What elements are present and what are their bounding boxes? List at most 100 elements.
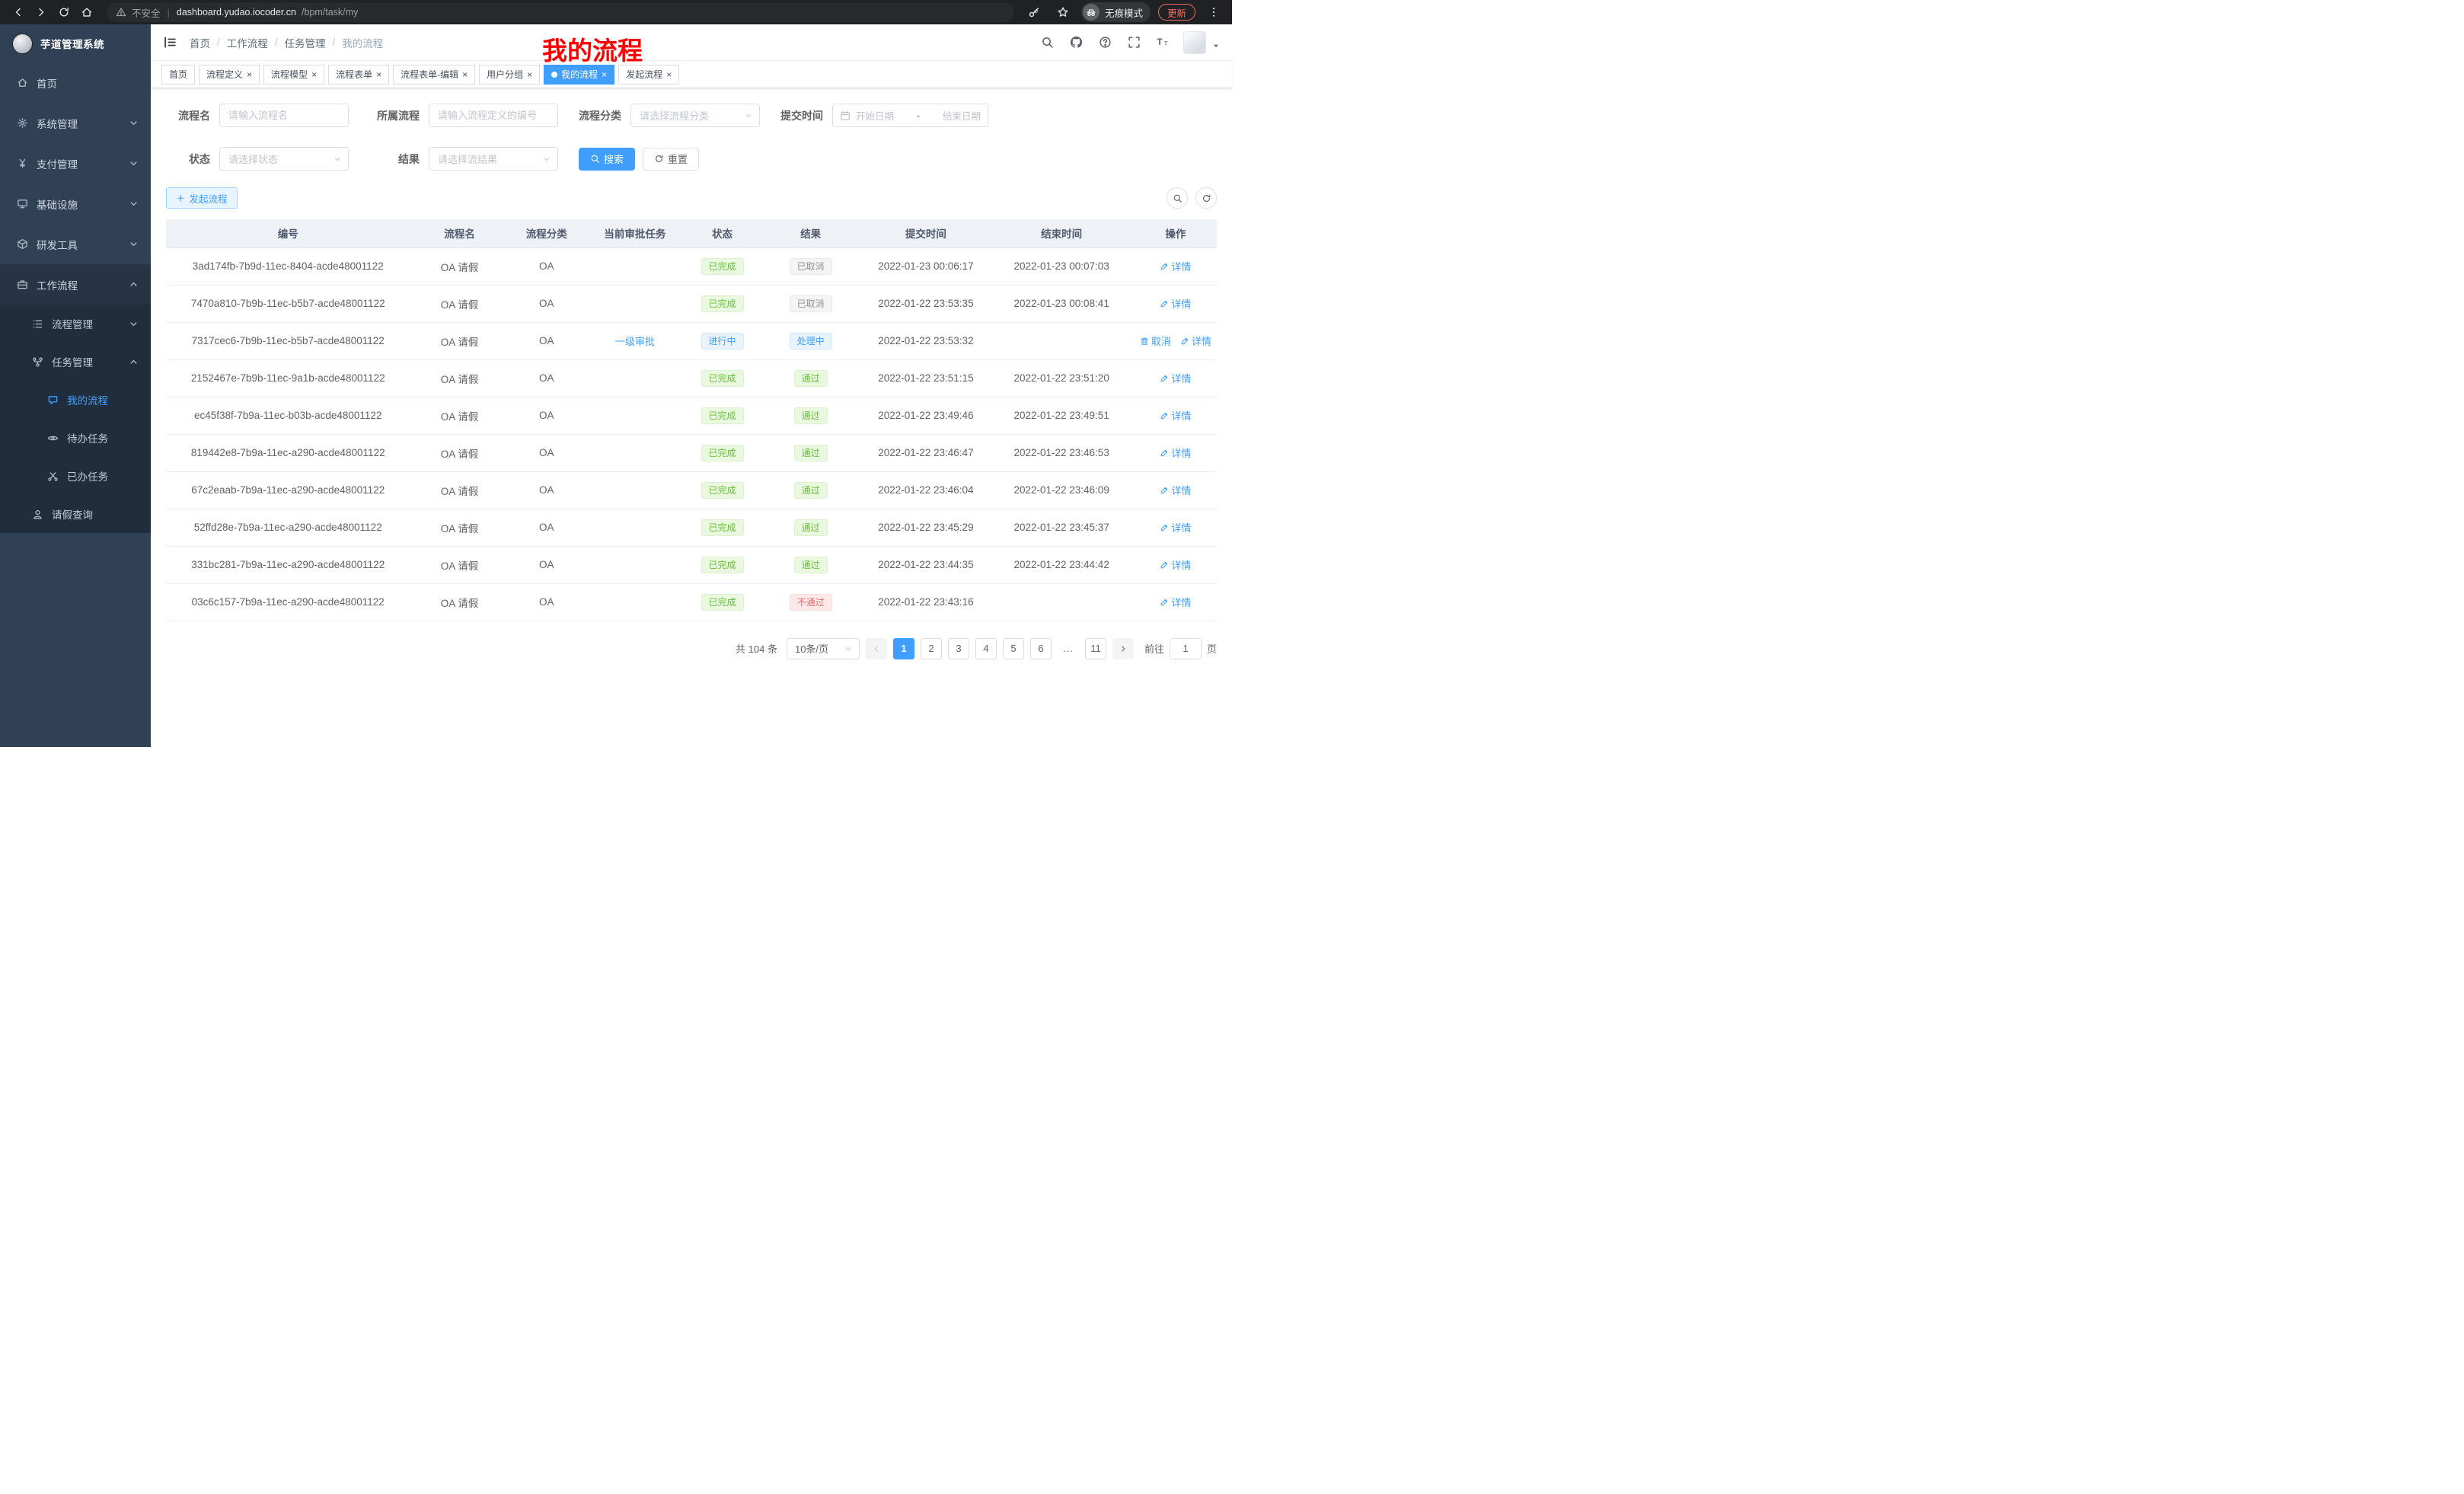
page-button[interactable]: 6 bbox=[1030, 638, 1052, 659]
app-logo[interactable]: 芋道管理系统 bbox=[0, 24, 151, 62]
action-cancel-link[interactable]: 取消 bbox=[1140, 334, 1171, 348]
sidebar-item-payment[interactable]: 支付管理 bbox=[0, 143, 151, 184]
logo-avatar bbox=[12, 34, 33, 54]
create-process-button[interactable]: 发起流程 bbox=[166, 187, 238, 209]
sidebar-item-label: 研发工具 bbox=[37, 237, 78, 252]
action-detail-link[interactable]: 详情 bbox=[1160, 595, 1191, 609]
sidebar-item-devtool[interactable]: 研发工具 bbox=[0, 224, 151, 264]
chevron-down-icon bbox=[542, 155, 551, 164]
password-manager-button[interactable] bbox=[1023, 2, 1045, 23]
result-badge: 通过 bbox=[794, 407, 828, 424]
submit-time-range-picker[interactable]: 开始日期 - 结束日期 bbox=[832, 104, 988, 127]
github-link[interactable] bbox=[1064, 31, 1087, 54]
sidebar-item-home[interactable]: 首页 bbox=[0, 62, 151, 103]
tab-close-icon[interactable]: × bbox=[311, 70, 317, 79]
tab-close-icon[interactable]: × bbox=[602, 70, 607, 79]
sidebar-item-workflow[interactable]: 工作流程 bbox=[0, 264, 151, 305]
browser-home-button[interactable] bbox=[76, 2, 97, 23]
fullscreen-button[interactable] bbox=[1122, 31, 1145, 54]
date-separator: - bbox=[899, 110, 937, 121]
page-button[interactable]: 3 bbox=[948, 638, 969, 659]
search-button[interactable]: 搜索 bbox=[579, 148, 635, 171]
plus-icon bbox=[176, 193, 186, 203]
sidebar-item-gear[interactable]: 系统管理 bbox=[0, 103, 151, 143]
edit-icon bbox=[1180, 337, 1189, 346]
tab-item[interactable]: 首页 bbox=[161, 65, 195, 85]
tab-close-icon[interactable]: × bbox=[247, 70, 252, 79]
action-detail-link[interactable]: 详情 bbox=[1160, 483, 1191, 497]
tab-close-icon[interactable]: × bbox=[376, 70, 381, 79]
goto-page-input[interactable] bbox=[1170, 638, 1202, 659]
cell-process-name: OA 请假 bbox=[410, 322, 509, 359]
cell-process-name: OA 请假 bbox=[410, 247, 509, 285]
sidebar-item-todo[interactable]: 待办任务 bbox=[0, 419, 151, 457]
user-avatar[interactable] bbox=[1183, 31, 1206, 54]
breadcrumb-item[interactable]: 工作流程 bbox=[227, 35, 268, 50]
table-refresh-button[interactable] bbox=[1195, 187, 1217, 209]
page-button[interactable]: 4 bbox=[975, 638, 997, 659]
breadcrumb-item[interactable]: 任务管理 bbox=[285, 35, 326, 50]
sidebar-item-my-process[interactable]: 我的流程 bbox=[0, 381, 151, 419]
browser-back-button[interactable] bbox=[8, 2, 29, 23]
page-size-value: 10条/页 bbox=[795, 641, 828, 656]
action-detail-link[interactable]: 详情 bbox=[1160, 371, 1191, 385]
next-page-button[interactable] bbox=[1112, 638, 1134, 659]
page-size-select[interactable]: 10条/页 bbox=[787, 638, 860, 659]
result-select[interactable]: 请选择流结果 bbox=[429, 147, 558, 171]
tab-close-icon[interactable]: × bbox=[666, 70, 672, 79]
column-header: 流程名 bbox=[410, 219, 509, 247]
tab-close-icon[interactable]: × bbox=[462, 70, 468, 79]
font-size-icon: TT bbox=[1157, 36, 1170, 49]
cell-end-time bbox=[989, 583, 1135, 621]
action-detail-link[interactable]: 详情 bbox=[1180, 334, 1211, 348]
pagination-total: 共 104 条 bbox=[736, 641, 777, 656]
current-task-link[interactable]: 一级审批 bbox=[615, 334, 655, 348]
sidebar-item-task[interactable]: 任务管理 bbox=[0, 343, 151, 381]
reset-button[interactable]: 重置 bbox=[643, 148, 699, 171]
browser-refresh-button[interactable] bbox=[53, 2, 75, 23]
page-button[interactable]: 1 bbox=[893, 638, 914, 659]
address-bar[interactable]: 不安全 | dashboard.yudao.iocoder.cn/bpm/tas… bbox=[107, 2, 1014, 22]
sidebar-item-leave[interactable]: 请假查询 bbox=[0, 495, 151, 533]
sidebar-toggle-button[interactable] bbox=[163, 35, 177, 49]
cell-process-name: OA 请假 bbox=[410, 546, 509, 583]
tab-item[interactable]: 用户分组× bbox=[479, 65, 540, 85]
tab-close-icon[interactable]: × bbox=[527, 70, 532, 79]
category-select[interactable]: 请选择流程分类 bbox=[630, 104, 760, 127]
action-detail-link[interactable]: 详情 bbox=[1160, 445, 1191, 460]
header-search-button[interactable] bbox=[1036, 31, 1058, 54]
sidebar-item-infra[interactable]: 基础设施 bbox=[0, 184, 151, 224]
browser-menu-button[interactable] bbox=[1203, 2, 1224, 23]
tab-item[interactable]: 流程表单× bbox=[328, 65, 389, 85]
breadcrumb-item[interactable]: 首页 bbox=[190, 35, 210, 50]
sidebar-item-process[interactable]: 流程管理 bbox=[0, 305, 151, 343]
table-row: 819442e8-7b9a-11ec-a290-acde48001122OA 请… bbox=[166, 434, 1217, 471]
sidebar-item-done[interactable]: 已办任务 bbox=[0, 457, 151, 495]
bookmark-star-button[interactable] bbox=[1052, 2, 1074, 23]
action-detail-link[interactable]: 详情 bbox=[1160, 520, 1191, 535]
svg-text:T: T bbox=[1163, 40, 1167, 47]
help-button[interactable] bbox=[1093, 31, 1116, 54]
table-search-toggle-button[interactable] bbox=[1167, 187, 1188, 209]
action-detail-link[interactable]: 详情 bbox=[1160, 296, 1191, 311]
prev-page-button[interactable] bbox=[866, 638, 887, 659]
browser-update-button[interactable]: 更新 bbox=[1158, 4, 1195, 21]
status-select[interactable]: 请选择状态 bbox=[219, 147, 349, 171]
page-button[interactable]: 2 bbox=[921, 638, 942, 659]
avatar-caret-icon[interactable] bbox=[1212, 42, 1220, 49]
process-name-input[interactable] bbox=[219, 104, 349, 127]
process-key-input[interactable] bbox=[429, 104, 558, 127]
tab-item[interactable]: 发起流程× bbox=[618, 65, 679, 85]
tab-active[interactable]: 我的流程× bbox=[544, 65, 614, 85]
font-size-button[interactable]: TT bbox=[1151, 31, 1174, 54]
page-button[interactable]: 11 bbox=[1085, 638, 1106, 659]
action-detail-link[interactable]: 详情 bbox=[1160, 408, 1191, 423]
tab-item[interactable]: 流程定义× bbox=[199, 65, 260, 85]
tab-item[interactable]: 流程表单-编辑× bbox=[393, 65, 475, 85]
page-button[interactable]: 5 bbox=[1003, 638, 1024, 659]
action-detail-link[interactable]: 详情 bbox=[1160, 557, 1191, 572]
action-detail-link[interactable]: 详情 bbox=[1160, 259, 1191, 273]
cell-id: 331bc281-7b9a-11ec-a290-acde48001122 bbox=[166, 546, 410, 583]
browser-forward-button[interactable] bbox=[30, 2, 52, 23]
tab-item[interactable]: 流程模型× bbox=[263, 65, 324, 85]
